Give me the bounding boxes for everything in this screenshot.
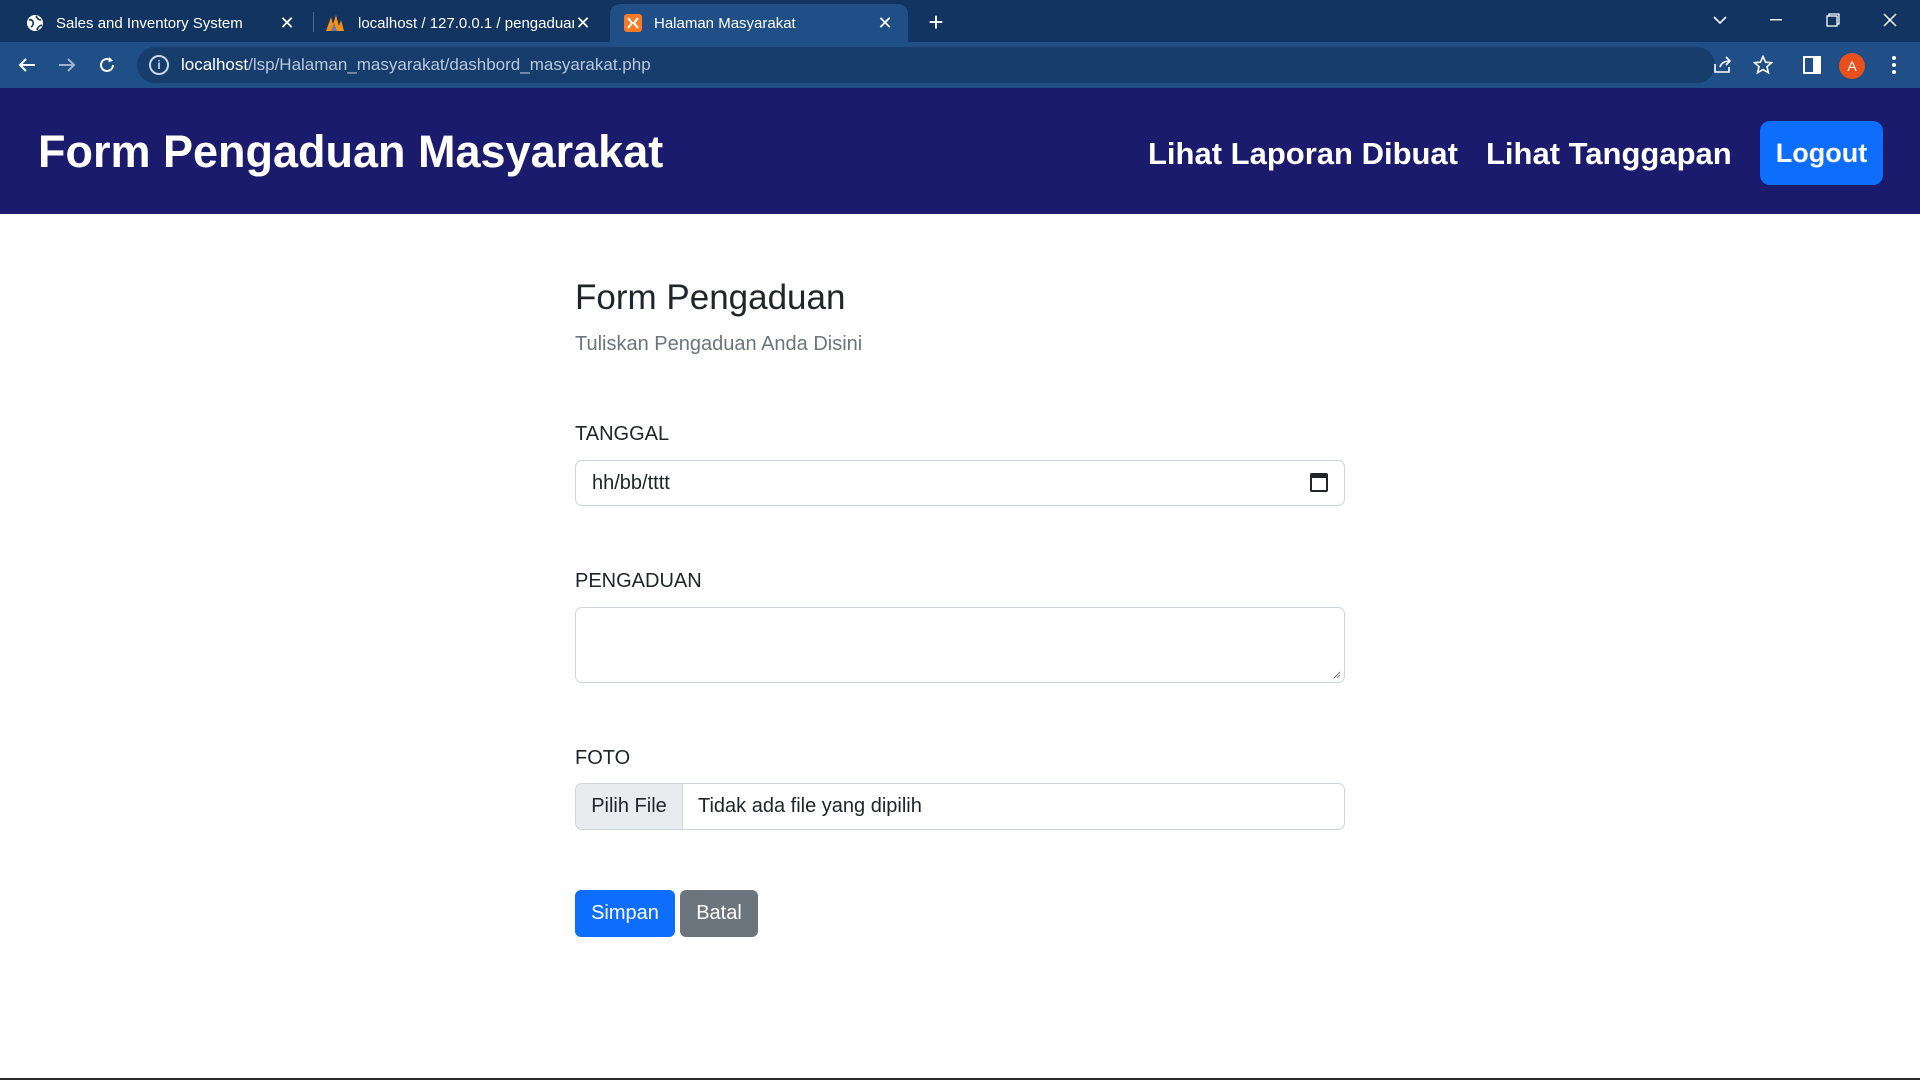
form-subtitle: Tuliskan Pengaduan Anda Disini <box>575 333 863 355</box>
tanggal-label: TANGGAL <box>575 423 670 445</box>
tab-separator <box>313 12 314 32</box>
nav-link-lihat-laporan[interactable]: Lihat Laporan Dibuat <box>1148 136 1458 172</box>
close-window-icon[interactable] <box>1870 6 1910 34</box>
minimize-icon[interactable] <box>1756 6 1796 34</box>
nav-link-lihat-tanggapan[interactable]: Lihat Tanggapan <box>1486 136 1732 172</box>
tanggal-date-input[interactable]: hh/bb/tttt <box>575 460 1345 506</box>
browser-toolbar: i localhost/lsp/Halaman_masyarakat/dashb… <box>0 42 1920 88</box>
url-host: localhost <box>181 55 249 74</box>
close-icon[interactable]: ✕ <box>876 13 894 33</box>
simpan-button[interactable]: Simpan <box>575 890 675 937</box>
share-icon[interactable] <box>1709 51 1737 79</box>
url-text: localhost/lsp/Halaman_masyarakat/dashbor… <box>181 55 651 75</box>
logout-button[interactable]: Logout <box>1760 121 1883 185</box>
tab-halaman-masyarakat[interactable]: Halaman Masyarakat ✕ <box>610 4 908 42</box>
navbar-brand[interactable]: Form Pengaduan Masyarakat <box>38 126 663 178</box>
xampp-icon <box>624 14 642 32</box>
profile-avatar[interactable]: A <box>1839 53 1865 79</box>
foto-label: FOTO <box>575 747 631 769</box>
pengaduan-label: PENGADUAN <box>575 570 702 592</box>
close-icon[interactable]: ✕ <box>574 13 592 33</box>
batal-button[interactable]: Batal <box>680 890 758 937</box>
tab-title: Sales and Inventory System <box>56 14 243 32</box>
app-navbar: Form Pengaduan Masyarakat Lihat Laporan … <box>0 88 1920 214</box>
url-path: /lsp/Halaman_masyarakat/dashbord_masyara… <box>248 55 651 74</box>
reload-icon[interactable] <box>91 49 123 81</box>
calendar-icon[interactable] <box>1310 473 1328 492</box>
globe-icon <box>27 15 43 31</box>
bookmark-star-icon[interactable] <box>1749 51 1777 79</box>
address-bar[interactable]: i localhost/lsp/Halaman_masyarakat/dashb… <box>137 47 1715 83</box>
side-panel-icon[interactable] <box>1798 51 1826 79</box>
site-info-icon[interactable]: i <box>149 55 169 75</box>
tab-title: localhost / 127.0.0.1 / pengaduan <box>358 14 574 32</box>
restore-icon[interactable] <box>1813 6 1853 34</box>
chevron-down-icon[interactable] <box>1700 6 1740 34</box>
choose-file-button[interactable]: Pilih File <box>576 784 683 829</box>
new-tab-plus-icon[interactable]: + <box>922 7 950 37</box>
browser-tab-bar: Sales and Inventory System ✕ localhost /… <box>0 0 1920 42</box>
back-arrow-icon[interactable] <box>11 49 43 81</box>
tab-sales-inventory[interactable]: Sales and Inventory System ✕ <box>10 4 310 42</box>
file-status-text: Tidak ada file yang dipilih <box>698 795 922 817</box>
tab-title: Halaman Masyarakat <box>654 14 796 32</box>
phpmyadmin-icon <box>326 15 344 31</box>
pengaduan-textarea[interactable] <box>575 607 1345 683</box>
resize-handle-icon[interactable] <box>1331 669 1341 679</box>
tab-phpmyadmin[interactable]: localhost / 127.0.0.1 / pengaduan ✕ <box>316 4 606 42</box>
form-title: Form Pengaduan <box>575 278 846 317</box>
kebab-menu-icon[interactable] <box>1880 51 1908 79</box>
forward-arrow-icon[interactable] <box>51 49 83 81</box>
foto-file-input[interactable]: Pilih File Tidak ada file yang dipilih <box>575 783 1345 830</box>
date-placeholder: hh/bb/tttt <box>592 471 670 494</box>
close-icon[interactable]: ✕ <box>278 13 296 33</box>
